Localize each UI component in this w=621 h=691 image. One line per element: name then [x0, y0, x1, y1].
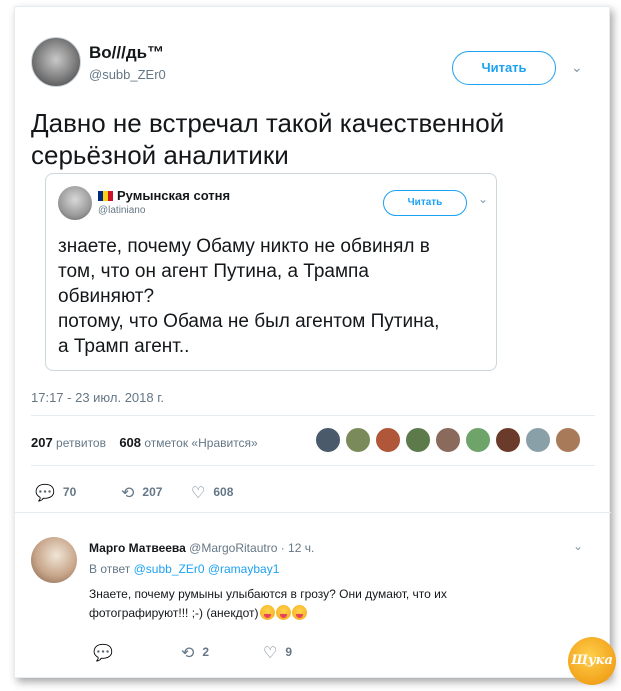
divider — [31, 415, 595, 416]
reply-header: Марго Матвеева @MargoRitautro · 12 ч. — [89, 541, 314, 555]
retweet-action[interactable]: ⟲ 207 — [121, 483, 162, 503]
quoted-tweet[interactable]: Румынская сотня @latiniano Читать ⌄ знае… — [45, 173, 497, 371]
reply-retweet-count: 2 — [202, 645, 210, 659]
follow-button[interactable]: Читать — [452, 51, 556, 85]
romania-flag-icon — [98, 191, 113, 201]
like-count: 608 — [213, 485, 234, 499]
tongue-emoji-icon — [275, 605, 291, 620]
reply-like-count: 9 — [285, 645, 293, 659]
quoted-text-line: а Трамп агент.. — [58, 336, 190, 357]
liker-avatar[interactable] — [525, 427, 551, 453]
reply-text-line: фотографируют!!! ;-) (анекдот) — [89, 604, 559, 623]
quoted-author-handle[interactable]: @latiniano — [98, 205, 145, 216]
reply-author-avatar[interactable] — [31, 537, 77, 583]
retweet-icon: ⟲ — [181, 645, 195, 662]
quoted-author-name[interactable]: Румынская сотня — [98, 188, 230, 203]
tweet-timestamp[interactable]: 17:17 - 23 июл. 2018 г. — [31, 390, 164, 405]
reply-time[interactable]: · 12 ч. — [281, 541, 315, 555]
reply-chevron-down-icon[interactable]: ⌄ — [573, 539, 583, 553]
tweet-text: Давно не встречал такой качественной сер… — [31, 108, 505, 170]
divider — [31, 465, 595, 466]
reply-to-label: В ответ — [89, 562, 131, 576]
quoted-text-line: потому, что Обама не был агентом Путина, — [58, 311, 440, 332]
quoted-follow-button[interactable]: Читать — [383, 190, 467, 216]
reply-text-line: Знаете, почему румыны улыбаются в грозу?… — [89, 587, 447, 601]
reply-to-line: В ответ @subb_ZEr0 @ramaybay1 — [89, 562, 279, 576]
quoted-text-line: том, что он агент Путина, а Трампа — [58, 261, 369, 282]
retweet-icon: ⟲ — [121, 485, 135, 502]
liker-avatar[interactable] — [375, 427, 401, 453]
author-avatar[interactable] — [31, 37, 81, 87]
engagement-stats: 207 ретвитов 608 отметок «Нравится» — [31, 435, 258, 450]
tweet-screenshot: Во///дь™ @subb_ZEr0 Читать ⌄ Давно не вс… — [14, 6, 616, 685]
author-name[interactable]: Во///дь™ — [89, 43, 164, 63]
liker-avatar[interactable] — [465, 427, 491, 453]
reply-to-handles[interactable]: @subb_ZEr0 @ramaybay1 — [134, 562, 280, 576]
chevron-down-icon[interactable]: ⌄ — [571, 59, 583, 76]
reply-reply-action[interactable]: 💬 — [93, 643, 121, 663]
liker-avatar[interactable] — [495, 427, 521, 453]
reply-text-span: фотографируют!!! ;-) (анекдот) — [89, 606, 259, 620]
quoted-author-name-text: Румынская сотня — [117, 188, 231, 203]
heart-icon: ♡ — [263, 645, 278, 662]
liker-avatar[interactable] — [435, 427, 461, 453]
quoted-text-line: обвиняют? — [58, 286, 155, 307]
like-action[interactable]: ♡ 608 — [191, 483, 233, 503]
likes-count[interactable]: 608 — [119, 435, 141, 450]
quoted-author-avatar[interactable] — [58, 186, 92, 220]
heart-icon: ♡ — [191, 485, 206, 502]
quoted-tweet-text: знаете, почему Обаму никто не обвинял в … — [58, 234, 490, 359]
divider — [15, 512, 611, 513]
likes-label[interactable]: отметок «Нравится» — [144, 436, 257, 450]
quoted-text-line: знаете, почему Обаму никто не обвинял в — [58, 236, 430, 257]
quoted-chevron-down-icon[interactable]: ⌄ — [478, 192, 488, 206]
liker-avatar[interactable] — [315, 427, 341, 453]
retweets-count[interactable]: 207 — [31, 435, 53, 450]
retweet-count: 207 — [142, 485, 163, 499]
reply-icon: 💬 — [35, 485, 55, 502]
reply-action[interactable]: 💬 70 — [35, 483, 76, 503]
reply-icon: 💬 — [93, 645, 113, 662]
reply-like-action[interactable]: ♡ 9 — [263, 643, 292, 663]
reply-author-name[interactable]: Марго Матвеева — [89, 541, 186, 555]
liker-avatar[interactable] — [345, 427, 371, 453]
reply-text: Знаете, почему румыны улыбаются в грозу?… — [89, 585, 559, 623]
liker-avatar[interactable] — [405, 427, 431, 453]
reply-count: 70 — [62, 485, 77, 499]
author-handle[interactable]: @subb_ZEr0 — [89, 67, 166, 82]
reply-retweet-action[interactable]: ⟲ 2 — [181, 643, 209, 663]
liker-avatar[interactable] — [555, 427, 581, 453]
reply-author-handle[interactable]: @MargoRitautro — [189, 541, 277, 555]
tongue-emoji-icon — [291, 605, 307, 620]
watermark-logo: Щука — [568, 637, 616, 685]
retweets-label[interactable]: ретвитов — [56, 436, 106, 450]
tongue-emoji-icon — [259, 605, 275, 620]
